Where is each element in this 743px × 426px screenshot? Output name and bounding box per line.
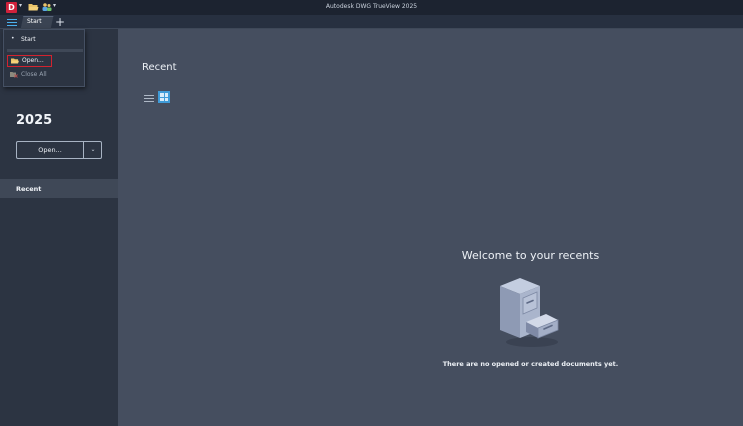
menu-item-open[interactable]: Open...: [7, 55, 52, 67]
menu-item-close-all[interactable]: Close All: [7, 69, 83, 81]
hamburger-menu-icon[interactable]: [6, 17, 18, 27]
app-menu-dropdown: • Start Open... Close All: [3, 29, 85, 87]
product-year: 2025: [16, 113, 53, 128]
chevron-down-icon[interactable]: ⌄: [85, 142, 101, 158]
sidebar-item-label: Recent: [16, 185, 42, 193]
menu-item-label: Close All: [21, 71, 47, 78]
window-title: Autodesk DWG TrueView 2025: [325, 3, 418, 10]
bullet-icon: •: [11, 35, 15, 42]
menu-item-label: Open...: [22, 57, 44, 64]
empty-state-message: There are no opened or created documents…: [442, 360, 619, 368]
menu-item-start[interactable]: • Start: [4, 34, 84, 46]
open-split-button: Open... ⌄: [16, 141, 102, 159]
menu-divider: [7, 49, 83, 52]
grid-view-icon[interactable]: [158, 91, 170, 103]
empty-state-heading: Welcome to your recents: [461, 249, 600, 262]
title-bar: D ▾ ▾ Autodesk DWG TrueView 2025: [0, 0, 743, 15]
tab-start-label[interactable]: Start: [27, 18, 42, 25]
folder-open-icon: [11, 58, 19, 64]
close-all-icon: [10, 72, 18, 78]
open-button[interactable]: Open...: [17, 142, 84, 158]
list-view-icon[interactable]: [144, 93, 154, 102]
main-content: Recent Welcome to your recents There are…: [118, 29, 743, 426]
page-title: Recent: [142, 62, 177, 73]
new-tab-button[interactable]: +: [55, 15, 65, 29]
menu-item-label: Start: [21, 36, 36, 43]
tab-bar: Start +: [0, 15, 743, 29]
file-cabinet-icon: [500, 278, 559, 347]
left-panel: 2025 Open... ⌄ Recent: [0, 29, 118, 426]
sidebar-item-recent[interactable]: Recent: [0, 179, 118, 198]
